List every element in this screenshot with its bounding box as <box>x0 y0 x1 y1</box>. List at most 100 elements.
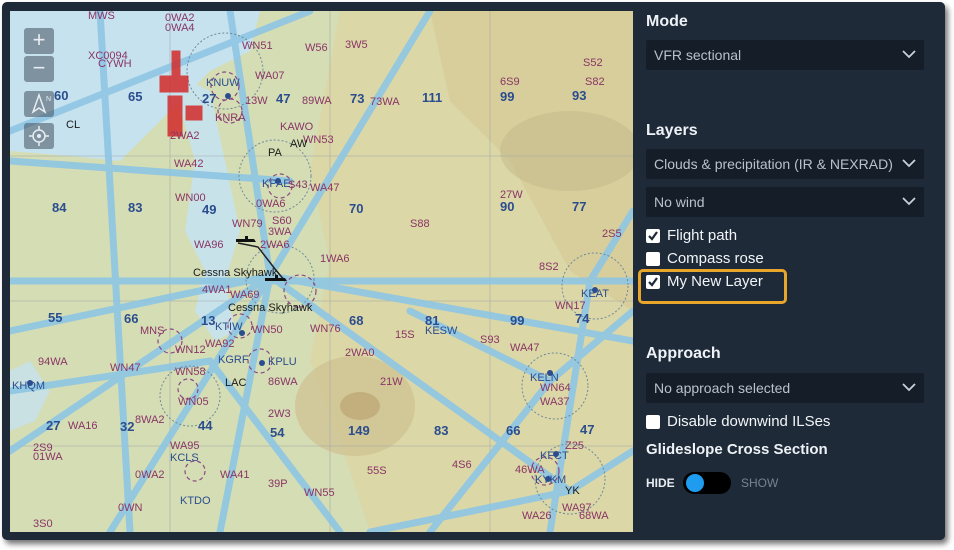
zoom-out-button[interactable]: − <box>24 56 54 82</box>
mode-title: Mode <box>646 13 688 30</box>
map-label: KAWO <box>280 121 314 133</box>
map-label: WN79 <box>232 218 263 230</box>
map-canvas[interactable]: MWS 0WA20WA4WN51XC0094CYWHKNUWWA07W56 3W5S… <box>10 11 633 532</box>
map-label: S93 <box>480 334 500 346</box>
map-label: 93 <box>572 88 586 103</box>
vfr-map[interactable]: MWS 0WA2 0WA4 WN51 XC0094 CYWH KNUW WA07 W56 3W5 S… <box>10 11 633 532</box>
map-label: WN53 <box>303 134 334 146</box>
map-label: S82 <box>585 76 605 88</box>
map-label: 0WA2 <box>135 469 165 481</box>
map-label: WN50 <box>252 324 283 336</box>
map-label: AW <box>290 138 308 150</box>
map-label: CL <box>66 119 80 131</box>
clouds-select[interactable]: Clouds & precipitation (IR & NEXRAD) <box>646 149 924 179</box>
map-label: 47 <box>580 422 594 437</box>
map-label: 90 <box>500 199 514 214</box>
map-label: 32 <box>120 419 134 434</box>
map-label: 99 <box>500 89 514 104</box>
checkbox-box[interactable] <box>646 415 660 429</box>
map-label: KGRF <box>218 354 249 366</box>
map-label: WN00 <box>175 192 206 204</box>
map-label: 49 <box>202 202 216 217</box>
map-label: WN58 <box>175 366 206 378</box>
my-new-layer-label: My New Layer <box>667 273 763 290</box>
map-label: KEAT <box>581 288 609 300</box>
mode-select[interactable]: VFR sectional <box>646 40 924 70</box>
compass-rose-label: Compass rose <box>667 250 764 267</box>
checkbox-box[interactable] <box>646 252 660 266</box>
map-label: 3S0 <box>33 518 53 530</box>
map-label: KTDO <box>180 495 211 507</box>
map-label: Cessna Skyhawk <box>193 267 278 279</box>
map-label: WA37 <box>540 396 570 408</box>
zoom-in-button[interactable]: + <box>24 28 54 54</box>
map-label: 68WA <box>579 510 609 522</box>
flight-path-label: Flight path <box>667 227 738 244</box>
map-label: 149 <box>348 423 370 438</box>
map-label: WA47 <box>310 182 340 194</box>
map-label: 6S9 <box>500 76 520 88</box>
chevron-down-icon <box>902 50 916 59</box>
settings-panel: Mode VFR sectional Layers Clouds & preci… <box>633 2 945 540</box>
map-label: YK <box>565 485 580 497</box>
map-label: 99 <box>510 313 524 328</box>
map-label: S88 <box>410 218 430 230</box>
approach-select-value: No approach selected <box>654 380 791 396</box>
map-label: 27W <box>500 189 523 201</box>
north-arrow-icon: N <box>31 92 51 114</box>
map-label: CYWH <box>98 58 132 70</box>
map-label: KNUW <box>206 77 240 89</box>
map-label: KPAE <box>262 178 291 190</box>
map-label: WN76 <box>310 323 341 335</box>
approach-select[interactable]: No approach selected <box>646 373 924 403</box>
map-label: 44 <box>198 418 213 433</box>
north-up-button[interactable]: N <box>24 91 54 117</box>
show-label: SHOW <box>741 476 779 490</box>
clouds-select-value: Clouds & precipitation (IR & NEXRAD) <box>654 156 893 172</box>
approach-title: Approach <box>646 345 721 362</box>
map-label: 55 <box>48 310 62 325</box>
map-label: WA07 <box>255 70 285 82</box>
map-label: LAC <box>225 377 246 389</box>
map-label: 8WA2 <box>135 414 165 426</box>
toggle-knob[interactable] <box>686 474 704 492</box>
map-label: 3W5 <box>345 39 368 51</box>
map-label: WA42 <box>174 158 204 170</box>
map-label: 1WA6 <box>320 253 350 265</box>
map-label: 0WA4 <box>165 22 195 34</box>
map-label: MWS <box>88 11 115 22</box>
map-label: WN47 <box>110 362 141 374</box>
map-label: 2W3 <box>268 408 291 420</box>
layers-title: Layers <box>646 122 698 139</box>
map-label: W56 <box>305 42 328 54</box>
checkbox-box[interactable] <box>646 275 660 289</box>
map-label: 27 <box>46 418 60 433</box>
glideslope-toggle[interactable] <box>683 472 731 494</box>
app-window: MWS 0WA2 0WA4 WN51 XC0094 CYWH KNUW WA07 W56 3W5 S… <box>2 2 945 540</box>
checkbox-box[interactable] <box>646 229 660 243</box>
map-label: 2S5 <box>602 228 622 240</box>
map-label: 15S <box>395 329 415 341</box>
wind-select[interactable]: No wind <box>646 187 924 217</box>
svg-text:N: N <box>46 96 51 103</box>
map-label: KFCT <box>540 450 569 462</box>
map-label: 83 <box>434 423 448 438</box>
locate-button[interactable] <box>24 123 54 149</box>
map-label: 13W <box>245 95 268 107</box>
hide-label: HIDE <box>646 476 675 490</box>
chevron-down-icon <box>902 197 916 206</box>
glideslope-title: Glideslope Cross Section <box>646 441 828 458</box>
map-label: 3WA <box>268 226 292 238</box>
map-label: 86WA <box>268 376 298 388</box>
map-label: 74 <box>575 311 590 326</box>
map-label: 73WA <box>370 96 400 108</box>
map-label: 111 <box>422 90 442 105</box>
map-label: WA47 <box>510 342 540 354</box>
map-label: 47 <box>276 91 290 106</box>
check-icon <box>648 277 658 287</box>
map-label: 66 <box>124 311 138 326</box>
map-label: 27 <box>202 91 216 106</box>
map-label: 0WA6 <box>256 198 286 210</box>
map-label: WN51 <box>242 40 273 52</box>
map-label: WA41 <box>220 469 250 481</box>
